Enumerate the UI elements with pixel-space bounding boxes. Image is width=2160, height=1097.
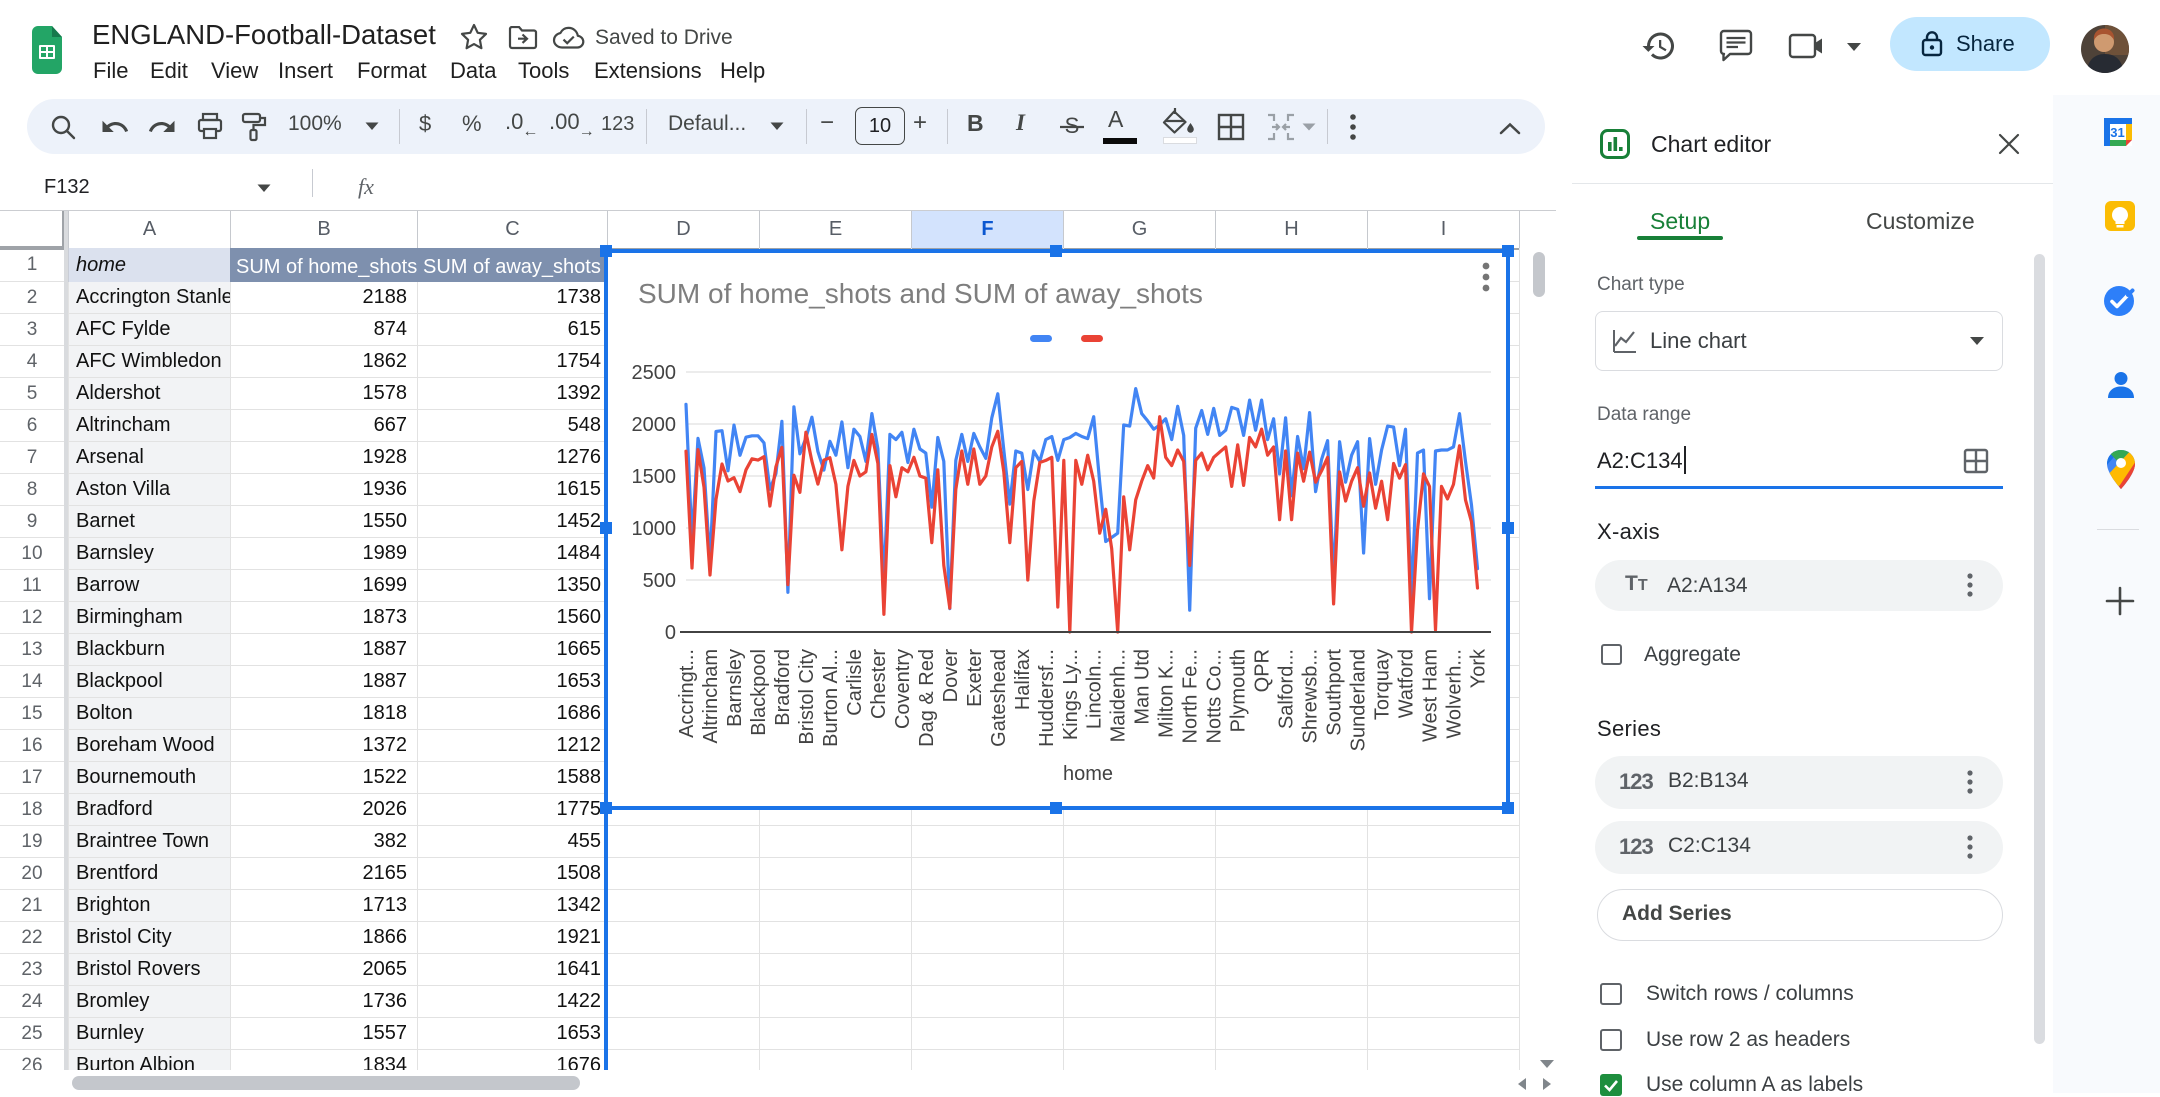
svg-text:Altrincham: Altrincham (700, 649, 722, 743)
svg-text:Gateshead: Gateshead (988, 649, 1010, 747)
svg-text:Barnsley: Barnsley (724, 649, 746, 727)
svg-text:Southport: Southport (1324, 649, 1346, 736)
svg-text:SUM of home_shots and SUM of a: SUM of home_shots and SUM of away_shots (638, 278, 1203, 309)
svg-text:North Fe...: North Fe... (1180, 649, 1202, 743)
svg-text:Chester: Chester (868, 649, 890, 719)
svg-text:Bradford: Bradford (772, 649, 794, 726)
svg-text:Carlisle: Carlisle (844, 649, 866, 716)
svg-text:500: 500 (643, 570, 676, 592)
svg-text:Dover: Dover (940, 649, 962, 703)
svg-text:QPR: QPR (1252, 649, 1274, 692)
svg-text:Maidenh...: Maidenh... (1108, 649, 1130, 742)
svg-text:Kings Ly...: Kings Ly... (1060, 649, 1082, 740)
svg-text:Watford: Watford (1396, 649, 1418, 718)
svg-text:Torquay: Torquay (1372, 649, 1394, 720)
svg-text:Bristol City: Bristol City (796, 649, 818, 745)
svg-text:Milton K...: Milton K... (1156, 649, 1178, 738)
svg-text:Notts Co...: Notts Co... (1204, 649, 1226, 743)
svg-text:home: home (1063, 763, 1113, 785)
svg-text:York: York (1468, 648, 1490, 688)
svg-text:Coventry: Coventry (892, 649, 914, 729)
svg-text:Burton Al...: Burton Al... (820, 649, 842, 747)
svg-text:S: S (1065, 113, 1080, 138)
svg-text:Shrewsb...: Shrewsb... (1300, 649, 1322, 743)
svg-text:1000: 1000 (632, 518, 677, 540)
svg-text:Dag & Red: Dag & Red (916, 649, 938, 747)
svg-text:31: 31 (2110, 125, 2124, 140)
svg-text:Wolverh...: Wolverh... (1444, 649, 1466, 739)
svg-text:Salford...: Salford... (1276, 649, 1298, 729)
svg-text:Man Utd: Man Utd (1132, 649, 1154, 725)
svg-text:2500: 2500 (632, 362, 677, 384)
svg-text:1500: 1500 (632, 466, 677, 488)
svg-text:Huddersf...: Huddersf... (1036, 649, 1058, 747)
svg-text:0: 0 (665, 622, 676, 644)
svg-text:Plymouth: Plymouth (1228, 649, 1250, 732)
svg-text:Sunderland: Sunderland (1348, 649, 1370, 751)
svg-text:Halifax: Halifax (1012, 649, 1034, 710)
svg-text:Blackpool: Blackpool (748, 649, 770, 736)
svg-text:Lincoln...: Lincoln... (1084, 649, 1106, 729)
svg-text:2000: 2000 (632, 414, 677, 436)
svg-text:Exeter: Exeter (964, 649, 986, 707)
svg-text:West Ham: West Ham (1420, 649, 1442, 742)
svg-text:Accringt...: Accringt... (676, 649, 698, 738)
